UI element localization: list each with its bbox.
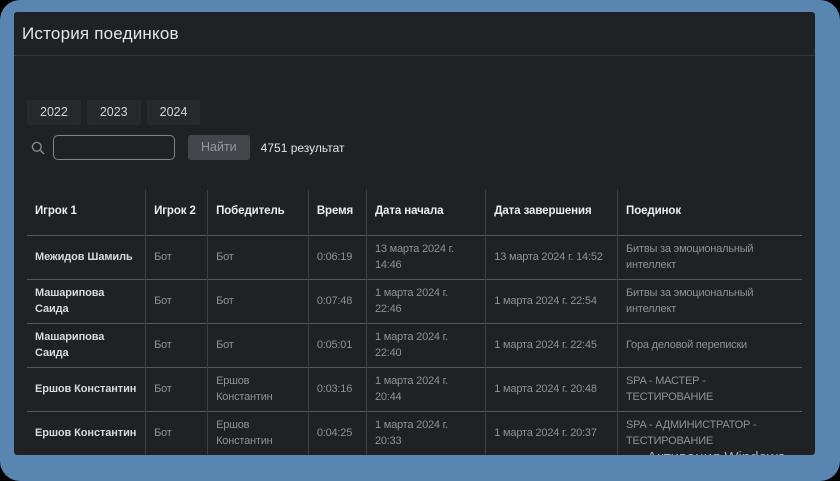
duel-table-header-row: Игрок 1Игрок 2ПобедительВремяДата начала… <box>27 190 802 236</box>
column-header: Дата начала <box>366 190 485 236</box>
table-cell: 1 марта 2024 г. 20:44 <box>366 368 485 412</box>
table-head: Игрок 1Игрок 2ПобедительВремяДата начала… <box>27 190 802 236</box>
table-cell: 1 марта 2024 г. 20:37 <box>486 412 618 456</box>
history-panel: История поединков 202220232024 Найти 475… <box>14 12 815 455</box>
duel-history-table: Игрок 1Игрок 2ПобедительВремяДата начала… <box>27 190 802 456</box>
table-cell: Межидов Шамиль <box>27 236 146 280</box>
column-header: Победитель <box>208 190 309 236</box>
table-row: Ершов КонстантинБотЕршов Константин0:03:… <box>27 368 802 412</box>
table-cell: Бот <box>146 324 208 368</box>
table-cell: 1 марта 2024 г. 22:40 <box>366 324 485 368</box>
table-cell: Бот <box>146 412 208 456</box>
table-cell: 1 марта 2024 г. 22:46 <box>366 280 485 324</box>
windows-activation-watermark: Активация Windows <box>647 449 785 455</box>
column-header: Поединок <box>618 190 802 236</box>
table-row: Межидов ШамильБотБот0:06:1913 марта 2024… <box>27 236 802 280</box>
table-cell: 0:03:16 <box>308 368 366 412</box>
table-cell: Ершов Константин <box>27 368 146 412</box>
column-header: Игрок 2 <box>146 190 208 236</box>
search-button[interactable]: Найти <box>188 135 250 160</box>
table-cell: Гора деловой переписки <box>618 324 802 368</box>
table-cell: Бот <box>146 236 208 280</box>
search-icon <box>31 141 45 155</box>
table-cell: Бот <box>146 280 208 324</box>
table-cell: 1 марта 2024 г. 20:33 <box>366 412 485 456</box>
table-cell: Машарипова Саида <box>27 324 146 368</box>
table-cell: Битвы за эмоциональный интеллект <box>618 236 802 280</box>
table-cell: Бот <box>208 236 309 280</box>
table-cell: Битвы за эмоциональный интеллект <box>618 280 802 324</box>
duel-table-body: Межидов ШамильБотБот0:06:1913 марта 2024… <box>27 236 802 456</box>
table-cell: 0:07:48 <box>308 280 366 324</box>
table-cell: Машарипова Саида <box>27 280 146 324</box>
table-cell: Бот <box>208 280 309 324</box>
table-cell: 13 марта 2024 г. 14:52 <box>486 236 618 280</box>
page-title: История поединков <box>22 24 179 44</box>
table-cell: 1 марта 2024 г. 22:45 <box>486 324 618 368</box>
table-cell: 0:05:01 <box>308 324 366 368</box>
table-cell: 0:06:19 <box>308 236 366 280</box>
table-cell: Ершов Константин <box>208 412 309 456</box>
panel-content: 202220232024 Найти 4751 результат Игрок … <box>14 100 815 455</box>
search-row: Найти 4751 результат <box>27 134 802 162</box>
table-row: Машарипова СаидаБотБот0:05:011 марта 202… <box>27 324 802 368</box>
tab-2024[interactable]: 2024 <box>147 100 201 125</box>
column-header: Игрок 1 <box>27 190 146 236</box>
table-cell: 0:04:25 <box>308 412 366 456</box>
table-cell: SPA - МАСТЕР - ТЕСТИРОВАНИЕ <box>618 368 802 412</box>
table-cell: Бот <box>208 324 309 368</box>
table-cell: Ершов Константин <box>27 412 146 456</box>
panel-header: История поединков <box>14 12 815 56</box>
table-row: Машарипова СаидаБотБот0:07:481 марта 202… <box>27 280 802 324</box>
table-cell: Бот <box>146 368 208 412</box>
window-frame: История поединков 202220232024 Найти 475… <box>0 0 840 481</box>
table-cell: Ершов Константин <box>208 368 309 412</box>
table-cell: 13 марта 2024 г. 14:46 <box>366 236 485 280</box>
column-header: Дата завершения <box>486 190 618 236</box>
search-input[interactable] <box>53 135 175 160</box>
table-cell: 1 марта 2024 г. 22:54 <box>486 280 618 324</box>
tab-2023[interactable]: 2023 <box>87 100 141 125</box>
table-cell: 1 марта 2024 г. 20:48 <box>486 368 618 412</box>
column-header: Время <box>308 190 366 236</box>
tab-2022[interactable]: 2022 <box>27 100 81 125</box>
year-tabs: 202220232024 <box>27 100 802 125</box>
results-count: 4751 результат <box>261 141 345 155</box>
